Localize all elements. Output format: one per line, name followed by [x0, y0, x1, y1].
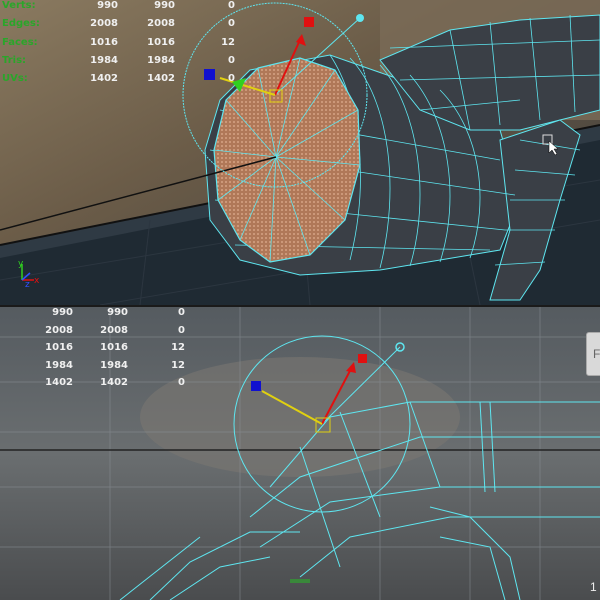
- side-panel-button[interactable]: F: [586, 332, 600, 376]
- viewport-top[interactable]: Verts: 990 990 0 Edges: 2008 2008 0 Face…: [0, 0, 600, 305]
- axis-indicator-icon: y x z: [18, 259, 40, 288]
- svg-text:y: y: [18, 259, 24, 269]
- corner-label: 1: [590, 580, 597, 594]
- svg-text:x: x: [34, 276, 40, 286]
- axis-marker: [290, 579, 310, 583]
- background-image: [140, 357, 460, 477]
- svg-text:z: z: [25, 280, 30, 288]
- scene-bottom[interactable]: [0, 307, 600, 600]
- viewport-bottom[interactable]: 990 990 0 2008 2008 0 1016 1016 12 1984 …: [0, 307, 600, 600]
